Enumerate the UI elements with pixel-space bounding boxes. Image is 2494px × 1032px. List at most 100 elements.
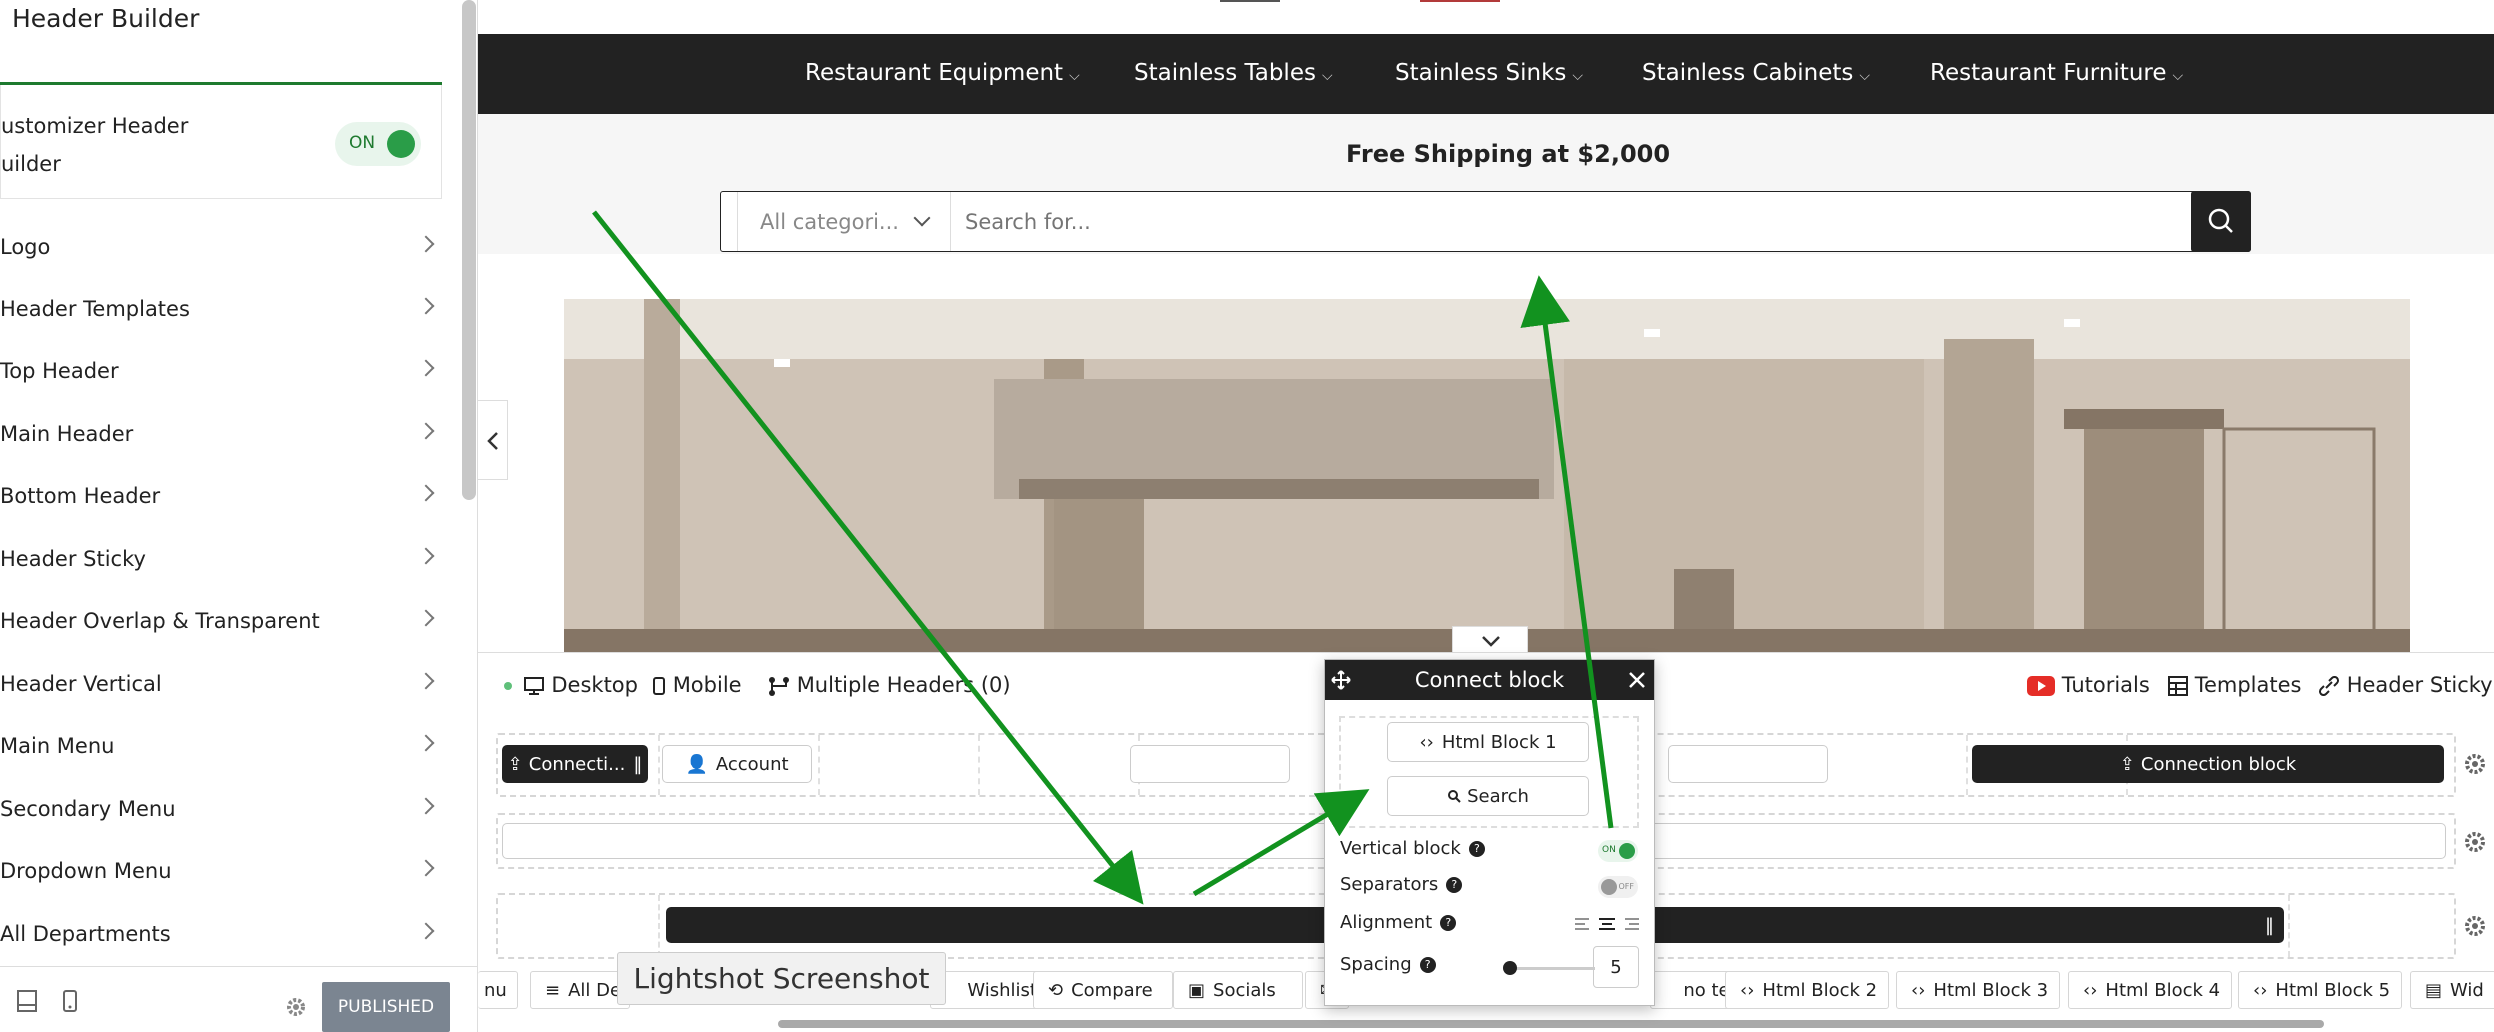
row-settings-gear-icon[interactable] <box>2462 913 2488 939</box>
chevron-right-icon <box>417 672 435 690</box>
builder-slot-item-right[interactable] <box>1668 745 1828 783</box>
table-icon <box>2168 676 2188 696</box>
customizer-sidebar: Header Builder ustomizer Header uilder O… <box>0 0 478 1032</box>
sidebar-item-top-header[interactable]: Top Header <box>0 340 442 402</box>
chevron-right-icon <box>417 609 435 627</box>
spacing-value-input[interactable]: 5 <box>1593 946 1639 988</box>
item-html-block-4[interactable]: ‹› Html Block 4 <box>2068 971 2232 1009</box>
customizer-toggle[interactable]: ON <box>335 122 421 166</box>
nav-restaurant-furniture[interactable]: Restaurant Furniture ⌵ <box>1930 60 2183 86</box>
chevron-right-icon <box>417 859 435 877</box>
tab-desktop[interactable]: Desktop <box>504 673 638 697</box>
hero-kitchen-image <box>564 299 2410 652</box>
sidebar-item-bottom-header[interactable]: Bottom Header <box>0 465 442 527</box>
separators-label: Separators? <box>1340 874 1463 895</box>
alignment-label: Alignment? <box>1340 912 1457 933</box>
sidebar-item-header-templates[interactable]: Header Templates <box>0 278 442 340</box>
published-button[interactable]: PUBLISHED <box>322 982 450 1032</box>
tab-mobile[interactable]: Mobile <box>652 673 742 697</box>
mobile-icon <box>653 677 665 695</box>
category-select[interactable]: All categori... <box>737 192 951 251</box>
nav-stainless-sinks[interactable]: Stainless Sinks ⌵ <box>1395 60 1583 86</box>
nav-restaurant-equipment[interactable]: Restaurant Equipment ⌵ <box>805 60 1080 86</box>
sidebar-item-header-overlap[interactable]: Header Overlap & Transparent <box>0 590 442 652</box>
align-center-icon <box>1599 918 1615 930</box>
chevron-right-icon <box>417 797 435 815</box>
mobile-preview-icon[interactable] <box>62 989 78 1013</box>
vertical-block-toggle[interactable]: ON <box>1598 840 1638 862</box>
sidebar-footer: PUBLISHED <box>0 966 477 1032</box>
sidebar-item-all-departments[interactable]: All Departments <box>0 903 442 965</box>
sidebar-item-dropdown-menu[interactable]: Dropdown Menu <box>0 840 442 902</box>
sidebar-item-main-menu[interactable]: Main Menu <box>0 715 442 777</box>
popup-title: Connect block <box>1414 668 1565 692</box>
move-icon[interactable] <box>1331 670 1351 690</box>
help-icon: ? <box>1440 915 1457 931</box>
item-html-block-2[interactable]: ‹› Html Block 2 <box>1725 971 1889 1009</box>
html-block-1-item[interactable]: ‹› Html Block 1 <box>1387 722 1589 762</box>
nav-stainless-cabinets[interactable]: Stainless Cabinets ⌵ <box>1642 60 1870 86</box>
item-all-departments[interactable]: ≡ All De <box>530 971 630 1009</box>
row-settings-gear-icon[interactable] <box>2462 829 2488 855</box>
item-socials[interactable]: ▣ Socials <box>1173 971 1303 1009</box>
toggle-on-text: ON <box>349 133 376 153</box>
chevron-right-icon <box>417 422 435 440</box>
desktop-preview-icon[interactable] <box>16 989 38 1013</box>
spacing-slider-handle[interactable] <box>1503 961 1517 975</box>
youtube-icon <box>2027 676 2055 696</box>
vertical-block-label: Vertical block? <box>1340 838 1485 859</box>
item-widget[interactable]: ▤ Wid <box>2410 971 2494 1009</box>
header-sticky-link[interactable]: Header Sticky <box>2318 673 2493 697</box>
item-menu[interactable]: nu <box>478 971 518 1009</box>
desktop-icon <box>523 677 544 695</box>
chevron-right-icon <box>417 297 435 315</box>
hero-illustration <box>564 299 2410 652</box>
spacing-label: Spacing? <box>1340 954 1436 975</box>
alignment-options[interactable] <box>1573 915 1641 935</box>
builder-slot-item[interactable] <box>1130 745 1290 783</box>
sidebar-item-secondary-menu[interactable]: Secondary Menu <box>0 778 442 840</box>
builder-horizontal-scrollbar[interactable] <box>778 1020 2324 1028</box>
item-html-block-3[interactable]: ‹› Html Block 3 <box>1896 971 2060 1009</box>
sidebar-title: Header Builder <box>12 4 200 33</box>
nav-stainless-tables[interactable]: Stainless Tables ⌵ <box>1134 60 1333 86</box>
templates-link[interactable]: Templates <box>2168 673 2301 697</box>
sidebar-item-header-sticky[interactable]: Header Sticky <box>0 528 442 590</box>
separators-toggle[interactable]: OFF <box>1598 876 1638 898</box>
search-button[interactable] <box>2191 191 2251 252</box>
tab-multiple-headers[interactable]: Multiple Headers (0) <box>768 673 1011 697</box>
chevron-right-icon <box>417 734 435 752</box>
connect-block-popup: Connect block ‹› Html Block 1 Search Ver… <box>1324 659 1655 1006</box>
sidebar-scrollbar[interactable] <box>462 0 476 500</box>
chevron-right-icon <box>417 484 435 502</box>
search-icon <box>1448 790 1461 803</box>
sidebar-item-header-vertical[interactable]: Header Vertical <box>0 653 442 715</box>
sidebar-item-logo[interactable]: Logo <box>0 216 442 278</box>
chevron-right-icon <box>417 922 435 940</box>
help-icon: ? <box>1446 877 1463 893</box>
row-settings-gear-icon[interactable] <box>2462 751 2488 777</box>
help-icon: ? <box>1419 957 1436 973</box>
connection-block-left[interactable]: ⇪ Connecti... ‖ <box>502 745 648 783</box>
search-item[interactable]: Search <box>1387 776 1589 816</box>
align-right-icon <box>1625 918 1639 930</box>
spacing-slider-track[interactable] <box>1505 967 1595 970</box>
gear-icon[interactable] <box>284 995 308 1019</box>
collapse-sidebar-button[interactable] <box>478 400 508 480</box>
item-html-block-5[interactable]: ‹› Html Block 5 <box>2238 971 2402 1009</box>
popup-header: Connect block <box>1325 660 1654 700</box>
connection-block-right[interactable]: ⇪ Connection block <box>1972 745 2444 783</box>
help-icon: ? <box>1468 841 1485 857</box>
item-compare[interactable]: ⟲ Compare <box>1033 971 1173 1009</box>
align-left-icon <box>1575 918 1589 930</box>
link-icon <box>2318 675 2340 697</box>
lightshot-tooltip: Lightshot Screenshot <box>617 952 946 1005</box>
search-input[interactable] <box>965 192 2145 251</box>
chevron-right-icon <box>417 547 435 565</box>
close-icon[interactable] <box>1628 671 1646 689</box>
chevron-left-icon <box>487 432 498 450</box>
multiple-headers-icon <box>769 677 789 696</box>
account-item[interactable]: 👤 Account <box>662 745 812 783</box>
tutorials-link[interactable]: Tutorials <box>2027 673 2150 697</box>
sidebar-item-main-header[interactable]: Main Header <box>0 403 442 465</box>
